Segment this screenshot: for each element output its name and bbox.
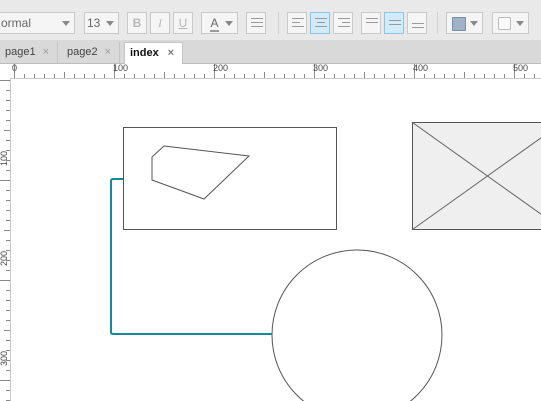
ruler-label: 500 bbox=[513, 63, 529, 73]
bold-button[interactable]: B bbox=[127, 12, 147, 34]
close-icon[interactable]: × bbox=[43, 42, 49, 62]
style-select-value: ormal bbox=[1, 16, 32, 30]
strikethrough-icon bbox=[251, 18, 263, 28]
chevron-down-icon bbox=[225, 21, 233, 26]
tab-index[interactable]: index × bbox=[124, 42, 183, 64]
valign-top-icon bbox=[366, 18, 378, 28]
ruler-label: 0 bbox=[12, 63, 18, 73]
circle-shape[interactable] bbox=[271, 249, 443, 401]
fill-color-select[interactable] bbox=[446, 12, 483, 34]
align-center-button[interactable] bbox=[310, 12, 330, 34]
align-center-icon bbox=[315, 18, 327, 28]
font-size-value: 13 bbox=[87, 16, 101, 30]
tab-label: index bbox=[130, 47, 159, 59]
border-style-select[interactable] bbox=[492, 12, 529, 34]
horizontal-ruler: 0 100 200 300 400 500 bbox=[10, 63, 541, 79]
font-color-select[interactable]: A bbox=[201, 12, 238, 34]
underline-label: U bbox=[178, 16, 188, 30]
fill-color-icon bbox=[452, 17, 466, 31]
font-color-label: A bbox=[210, 16, 219, 32]
chevron-down-icon bbox=[470, 21, 478, 26]
font-size-select[interactable]: 13 bbox=[84, 12, 119, 34]
align-right-button[interactable] bbox=[333, 12, 353, 34]
toolbar: ormal 13 B I U A bbox=[0, 0, 541, 41]
image-placeholder[interactable] bbox=[412, 122, 541, 230]
align-left-icon bbox=[292, 18, 304, 28]
underline-button[interactable]: U bbox=[173, 12, 193, 34]
tab-bar: page1 × page2 × index × bbox=[0, 40, 541, 64]
ruler-label: 400 bbox=[413, 63, 429, 73]
chevron-down-icon bbox=[106, 21, 114, 26]
valign-bottom-icon bbox=[412, 23, 424, 33]
tab-page1[interactable]: page1 × bbox=[0, 42, 58, 63]
ruler-label: 200 bbox=[213, 63, 229, 73]
close-icon[interactable]: × bbox=[105, 42, 111, 62]
ruler-label: 100 bbox=[0, 150, 9, 166]
bold-label: B bbox=[132, 16, 142, 30]
valign-middle-icon bbox=[389, 20, 401, 30]
chevron-down-icon bbox=[62, 21, 70, 26]
border-style-icon bbox=[498, 17, 511, 30]
strikethrough-button[interactable] bbox=[246, 12, 266, 34]
toolbar-divider bbox=[278, 12, 279, 34]
ruler-label: 100 bbox=[113, 63, 129, 73]
vertical-ruler: 100 200 300 bbox=[0, 78, 11, 401]
tab-page2[interactable]: page2 × bbox=[62, 42, 120, 63]
chevron-down-icon bbox=[516, 21, 524, 26]
tab-label: page2 bbox=[67, 46, 98, 58]
ruler-label: 300 bbox=[313, 63, 329, 73]
align-right-icon bbox=[338, 18, 350, 28]
italic-button[interactable]: I bbox=[150, 12, 170, 34]
style-select[interactable]: ormal bbox=[0, 12, 75, 34]
toolbar-divider bbox=[437, 12, 438, 34]
italic-label: I bbox=[158, 16, 162, 30]
align-left-button[interactable] bbox=[287, 12, 307, 34]
ruler-label: 300 bbox=[0, 350, 9, 366]
horizontal-ruler-ticks bbox=[14, 64, 535, 78]
close-icon[interactable]: × bbox=[168, 43, 174, 63]
ruler-corner bbox=[0, 64, 10, 78]
tab-label: page1 bbox=[5, 46, 36, 58]
valign-top-button[interactable] bbox=[361, 12, 381, 34]
valign-middle-button[interactable] bbox=[384, 12, 404, 34]
design-canvas[interactable] bbox=[11, 79, 541, 401]
valign-bottom-button[interactable] bbox=[407, 12, 427, 34]
ruler-label: 200 bbox=[0, 250, 9, 266]
